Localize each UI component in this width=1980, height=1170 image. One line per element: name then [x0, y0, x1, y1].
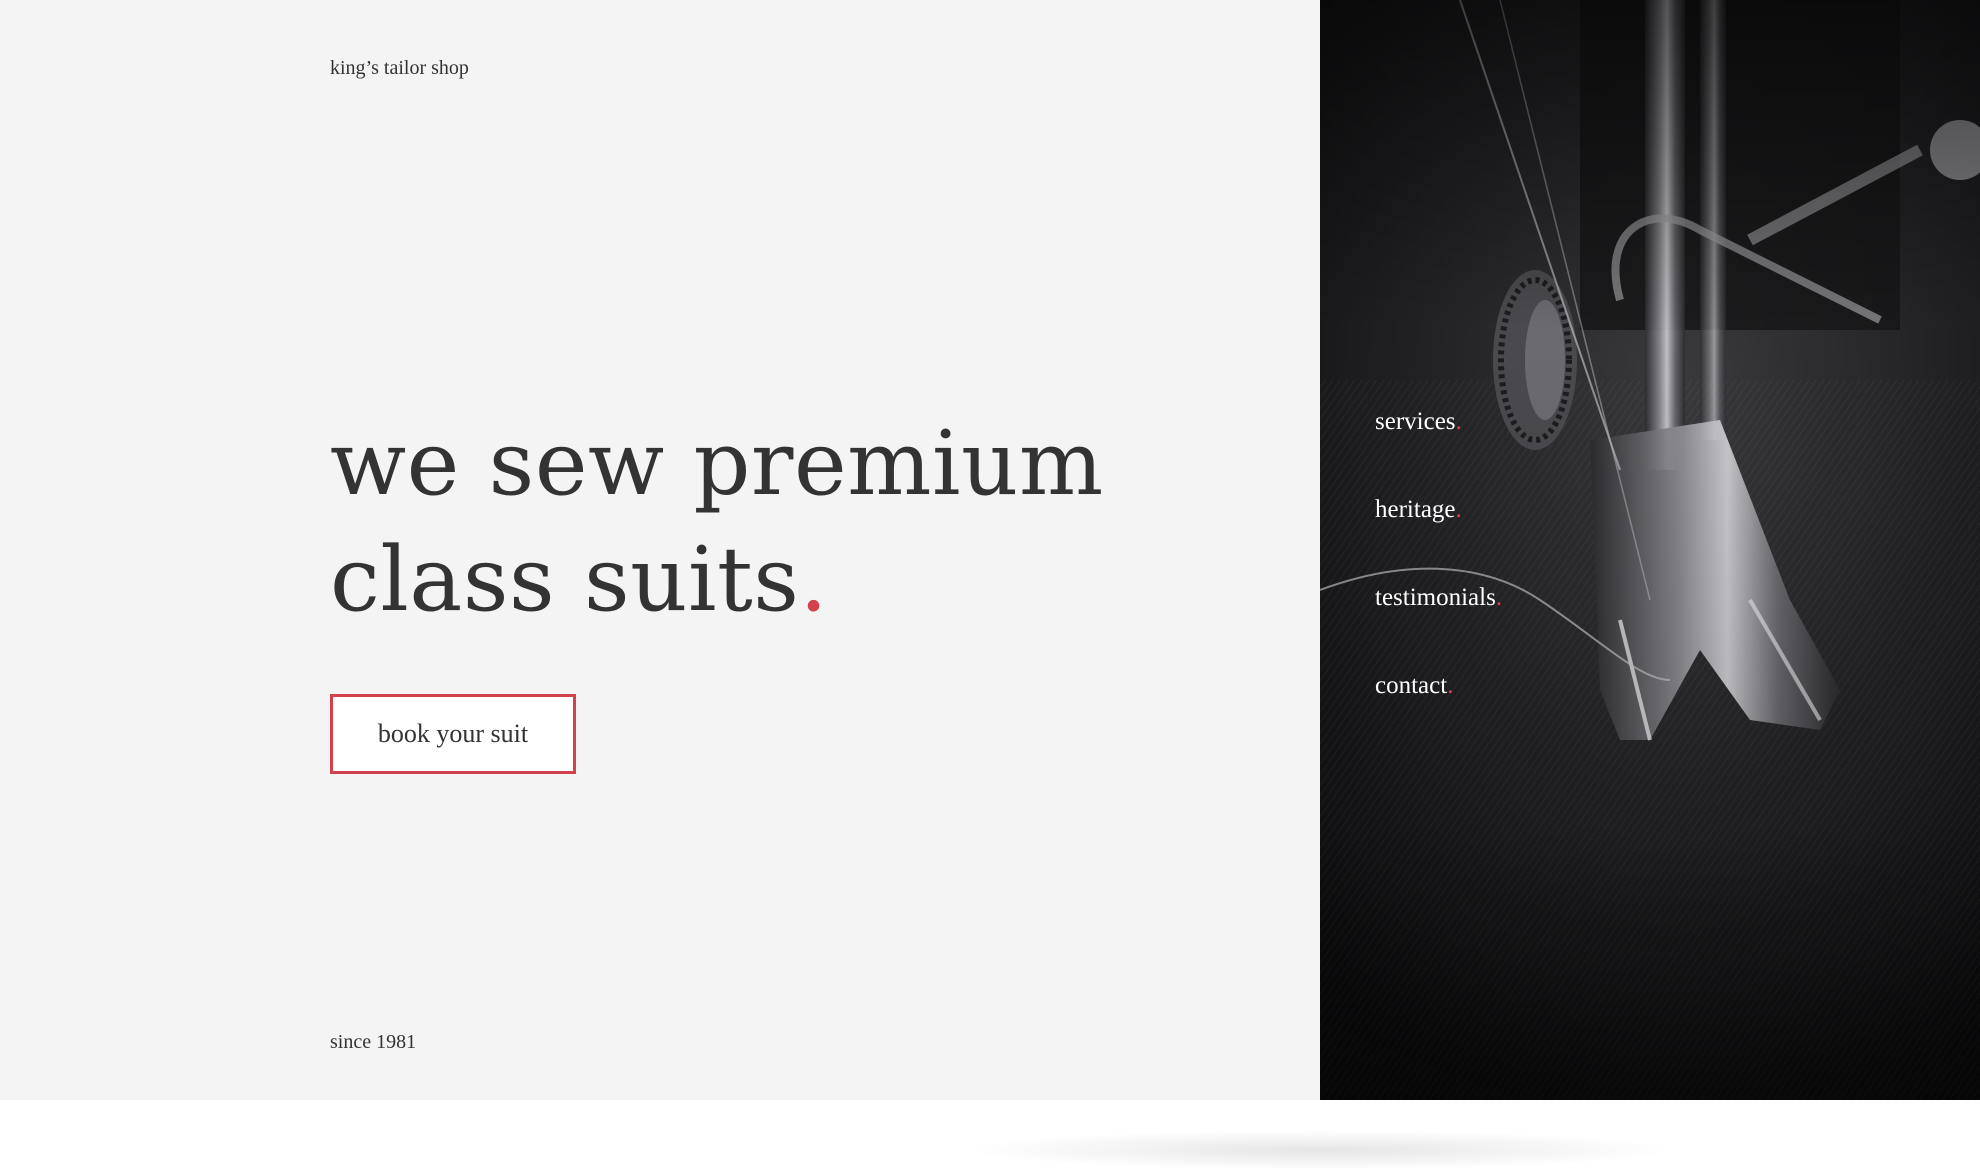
- nav-item-heritage-label: heritage: [1375, 496, 1456, 523]
- hero-section: king’s tailor shop we sew premium class …: [0, 0, 1980, 1100]
- nav-item-services-label: services: [1375, 408, 1456, 435]
- nav-item-heritage[interactable]: heritage.: [1375, 490, 1502, 578]
- nav-item-testimonials[interactable]: testimonials.: [1375, 578, 1502, 666]
- main-nav: services. heritage. testimonials. contac…: [1375, 402, 1502, 754]
- headline-line-1: we sew premium: [330, 411, 1104, 515]
- book-your-suit-button[interactable]: book your suit: [330, 694, 576, 774]
- floating-card-shadow: [960, 1130, 1680, 1170]
- nav-item-testimonials-label: testimonials: [1375, 584, 1496, 611]
- nav-item-services-dot: .: [1455, 408, 1462, 435]
- nav-item-testimonials-dot: .: [1495, 584, 1503, 611]
- headline-line-2: class suits.: [330, 521, 1130, 637]
- brand-logo[interactable]: king’s tailor shop: [330, 54, 469, 82]
- hero-left-panel: king’s tailor shop we sew premium class …: [0, 0, 1320, 1100]
- nav-item-heritage-dot: .: [1455, 496, 1462, 523]
- since-label: since 1981: [330, 1031, 417, 1053]
- headline-line-2-text: class suits: [330, 527, 800, 631]
- headline-accent-dot: .: [799, 527, 829, 631]
- nav-item-contact[interactable]: contact.: [1375, 666, 1502, 754]
- nav-item-contact-dot: .: [1447, 672, 1454, 699]
- nav-item-services[interactable]: services.: [1375, 402, 1502, 490]
- page-title: we sew premium class suits.: [330, 405, 1130, 637]
- nav-item-contact-label: contact: [1375, 672, 1448, 699]
